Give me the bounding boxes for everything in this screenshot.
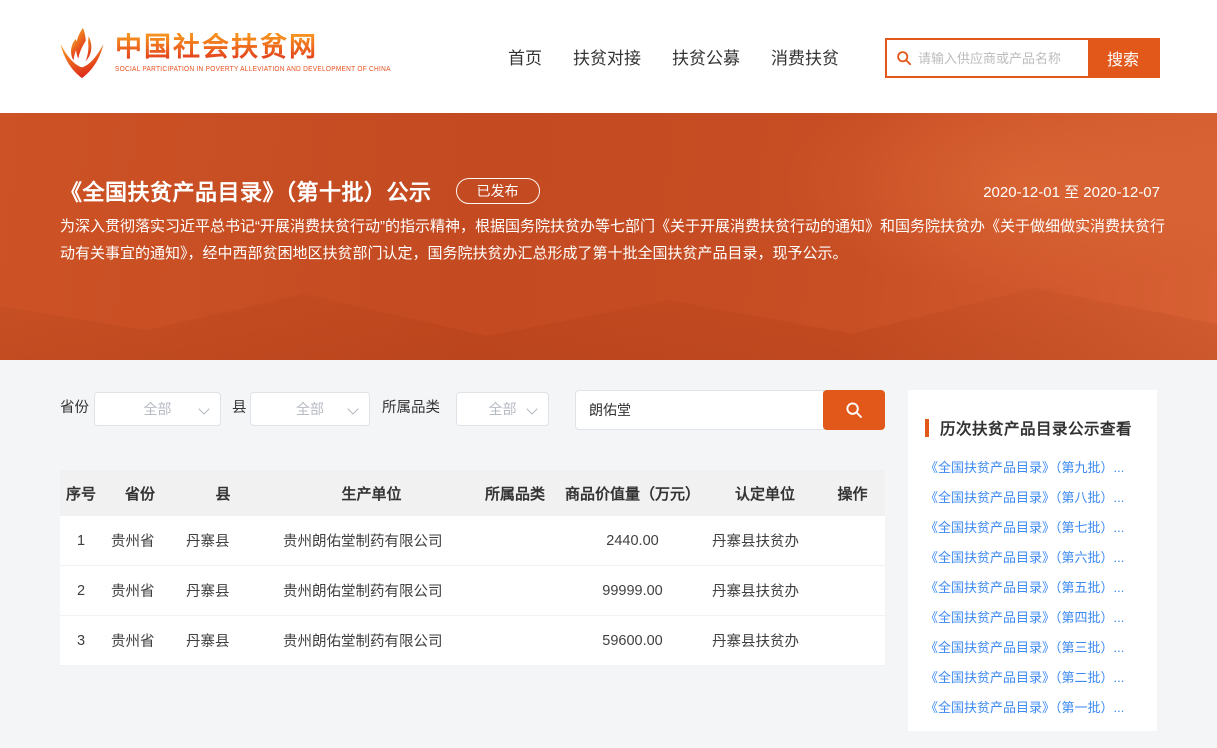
flame-logo-icon [56, 24, 108, 82]
cell-county: 丹寨县 [178, 566, 268, 616]
catalog-link[interactable]: 《全国扶贫产品目录》（第五批）... [925, 573, 1147, 603]
cell-action [820, 616, 885, 666]
province-select-value: 全部 [144, 399, 172, 419]
table-body: 1 贵州省 丹寨县 贵州朗佑堂制药有限公司 2440.00 丹寨县扶贫办 2 贵… [60, 516, 885, 666]
catalog-link[interactable]: 《全国扶贫产品目录》（第四批）... [925, 603, 1147, 633]
table-header-cell: 生产单位 [268, 470, 475, 516]
keyword-input[interactable] [575, 390, 824, 430]
sidebar-header: 历次扶贫产品目录公示查看 [908, 390, 1157, 439]
cell-category [475, 616, 555, 666]
site-header: 中国社会扶贫网 SOCIAL PARTICIPATION IN POVERTY … [0, 0, 1217, 113]
banner-description: 为深入贯彻落实习近平总书记“开展消费扶贫行动”的指示精神，根据国务院扶贫办等七部… [60, 213, 1168, 267]
nav-item[interactable]: 扶贫对接 [573, 44, 641, 69]
table-header-cell: 所属品类 [475, 470, 555, 516]
filter-search-button[interactable] [823, 390, 885, 430]
table-row: 3 贵州省 丹寨县 贵州朗佑堂制药有限公司 59600.00 丹寨县扶贫办 [60, 616, 885, 666]
search-icon [887, 40, 912, 76]
page-title: 《全国扶贫产品目录》（第十批）公示 [60, 175, 432, 207]
banner: 《全国扶贫产品目录》（第十批）公示 已发布 2020-12-01 至 2020-… [0, 113, 1217, 360]
header-search-input[interactable] [912, 40, 1088, 76]
cell-value: 99999.00 [555, 566, 710, 616]
table-header-cell: 商品价值量（万元） [555, 470, 710, 516]
search-icon [845, 401, 863, 419]
main-nav: 首页 扶贫对接 扶贫公募 消费扶贫 [508, 0, 839, 113]
header-search: 搜索 [885, 38, 1160, 78]
table-header-cell: 操作 [820, 470, 885, 516]
logo-text: 中国社会扶贫网 SOCIAL PARTICIPATION IN POVERTY … [115, 33, 411, 73]
cell-category [475, 566, 555, 616]
nav-item[interactable]: 消费扶贫 [771, 44, 839, 69]
nav-item[interactable]: 扶贫公募 [672, 44, 740, 69]
cell-index: 1 [60, 516, 102, 566]
accent-bar [925, 419, 929, 437]
catalog-link[interactable]: 《全国扶贫产品目录》（第九批）... [925, 453, 1147, 483]
cell-authority: 丹寨县扶贫办 [710, 566, 820, 616]
sidebar: 历次扶贫产品目录公示查看 《全国扶贫产品目录》（第九批）... 《全国扶贫产品目… [908, 390, 1157, 731]
banner-title-row: 《全国扶贫产品目录》（第十批）公示 已发布 2020-12-01 至 2020-… [60, 175, 1160, 207]
sidebar-links: 《全国扶贫产品目录》（第九批）... 《全国扶贫产品目录》（第八批）... 《全… [908, 439, 1157, 723]
cell-producer: 贵州朗佑堂制药有限公司 [268, 516, 475, 566]
cell-province: 贵州省 [102, 516, 178, 566]
cell-producer: 贵州朗佑堂制药有限公司 [268, 616, 475, 666]
table-row: 1 贵州省 丹寨县 贵州朗佑堂制药有限公司 2440.00 丹寨县扶贫办 [60, 516, 885, 566]
table-row: 2 贵州省 丹寨县 贵州朗佑堂制药有限公司 99999.00 丹寨县扶贫办 [60, 566, 885, 616]
chevron-down-icon [347, 403, 358, 414]
site-logo[interactable]: 中国社会扶贫网 SOCIAL PARTICIPATION IN POVERTY … [56, 24, 411, 82]
cell-action [820, 566, 885, 616]
results-table: 序号 省份 县 生产单位 所属品类 商品价值量（万元） 认定单位 操作 [60, 470, 885, 666]
county-select-value: 全部 [296, 399, 324, 419]
catalog-link[interactable]: 《全国扶贫产品目录》（第八批）... [925, 483, 1147, 513]
table-header-cell: 认定单位 [710, 470, 820, 516]
catalog-link[interactable]: 《全国扶贫产品目录》（第二批）... [925, 663, 1147, 693]
cell-index: 3 [60, 616, 102, 666]
cell-province: 贵州省 [102, 566, 178, 616]
province-select[interactable]: 全部 [94, 392, 221, 426]
cell-province: 贵州省 [102, 616, 178, 666]
logo-subtitle: SOCIAL PARTICIPATION IN POVERTY ALLEVIAT… [115, 66, 391, 73]
cell-category [475, 516, 555, 566]
sidebar-title: 历次扶贫产品目录公示查看 [940, 417, 1132, 439]
county-select[interactable]: 全部 [250, 392, 370, 426]
table-header-cell: 序号 [60, 470, 102, 516]
table-header-cell: 省份 [102, 470, 178, 516]
catalog-link[interactable]: 《全国扶贫产品目录》（第七批）... [925, 513, 1147, 543]
date-range: 2020-12-01 至 2020-12-07 [983, 181, 1160, 202]
cell-value: 59600.00 [555, 616, 710, 666]
catalog-link[interactable]: 《全国扶贫产品目录》（第一批）... [925, 693, 1147, 723]
cell-value: 2440.00 [555, 516, 710, 566]
cell-county: 丹寨县 [178, 516, 268, 566]
cell-index: 2 [60, 566, 102, 616]
category-select[interactable]: 全部 [456, 392, 549, 426]
status-badge: 已发布 [456, 178, 540, 205]
catalog-link[interactable]: 《全国扶贫产品目录》（第三批）... [925, 633, 1147, 663]
table-head: 序号 省份 县 生产单位 所属品类 商品价值量（万元） 认定单位 操作 [60, 470, 885, 516]
catalog-link[interactable]: 《全国扶贫产品目录》（第六批）... [925, 543, 1147, 573]
cell-authority: 丹寨县扶贫办 [710, 516, 820, 566]
county-label: 县 [232, 390, 247, 427]
cell-county: 丹寨县 [178, 616, 268, 666]
chevron-down-icon [526, 403, 537, 414]
nav-item[interactable]: 首页 [508, 44, 542, 69]
cell-action [820, 516, 885, 566]
category-label: 所属品类 [382, 390, 440, 427]
cell-authority: 丹寨县扶贫办 [710, 616, 820, 666]
header-search-button[interactable]: 搜索 [1088, 40, 1158, 76]
table-header-row: 序号 省份 县 生产单位 所属品类 商品价值量（万元） 认定单位 操作 [60, 470, 885, 516]
filter-bar: 省份 全部 县 全部 所属品类 全部 [60, 390, 885, 430]
category-select-value: 全部 [489, 399, 517, 419]
table-header-cell: 县 [178, 470, 268, 516]
province-label: 省份 [60, 390, 89, 427]
logo-title: 中国社会扶贫网 [115, 33, 411, 63]
chevron-down-icon [198, 403, 209, 414]
cell-producer: 贵州朗佑堂制药有限公司 [268, 566, 475, 616]
